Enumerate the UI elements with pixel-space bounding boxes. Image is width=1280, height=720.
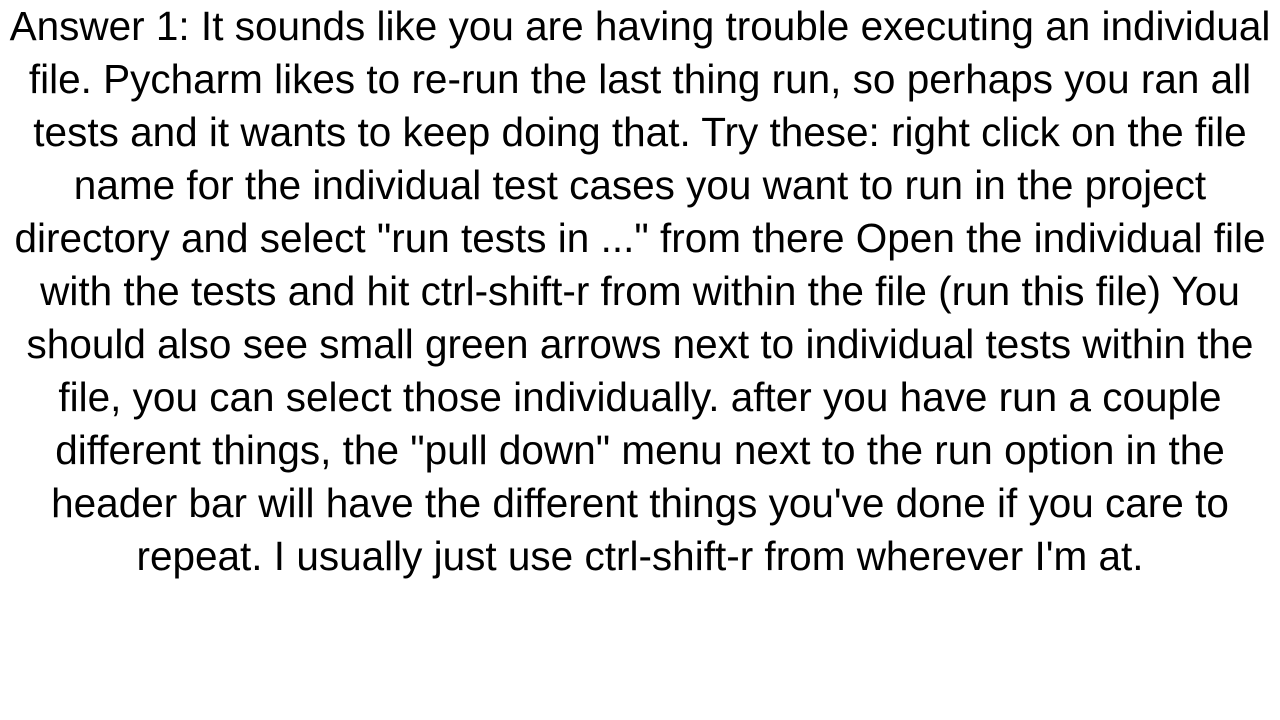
answer-block: Answer 1: It sounds like you are having …: [0, 0, 1280, 720]
answer-text: Answer 1: It sounds like you are having …: [8, 0, 1272, 584]
